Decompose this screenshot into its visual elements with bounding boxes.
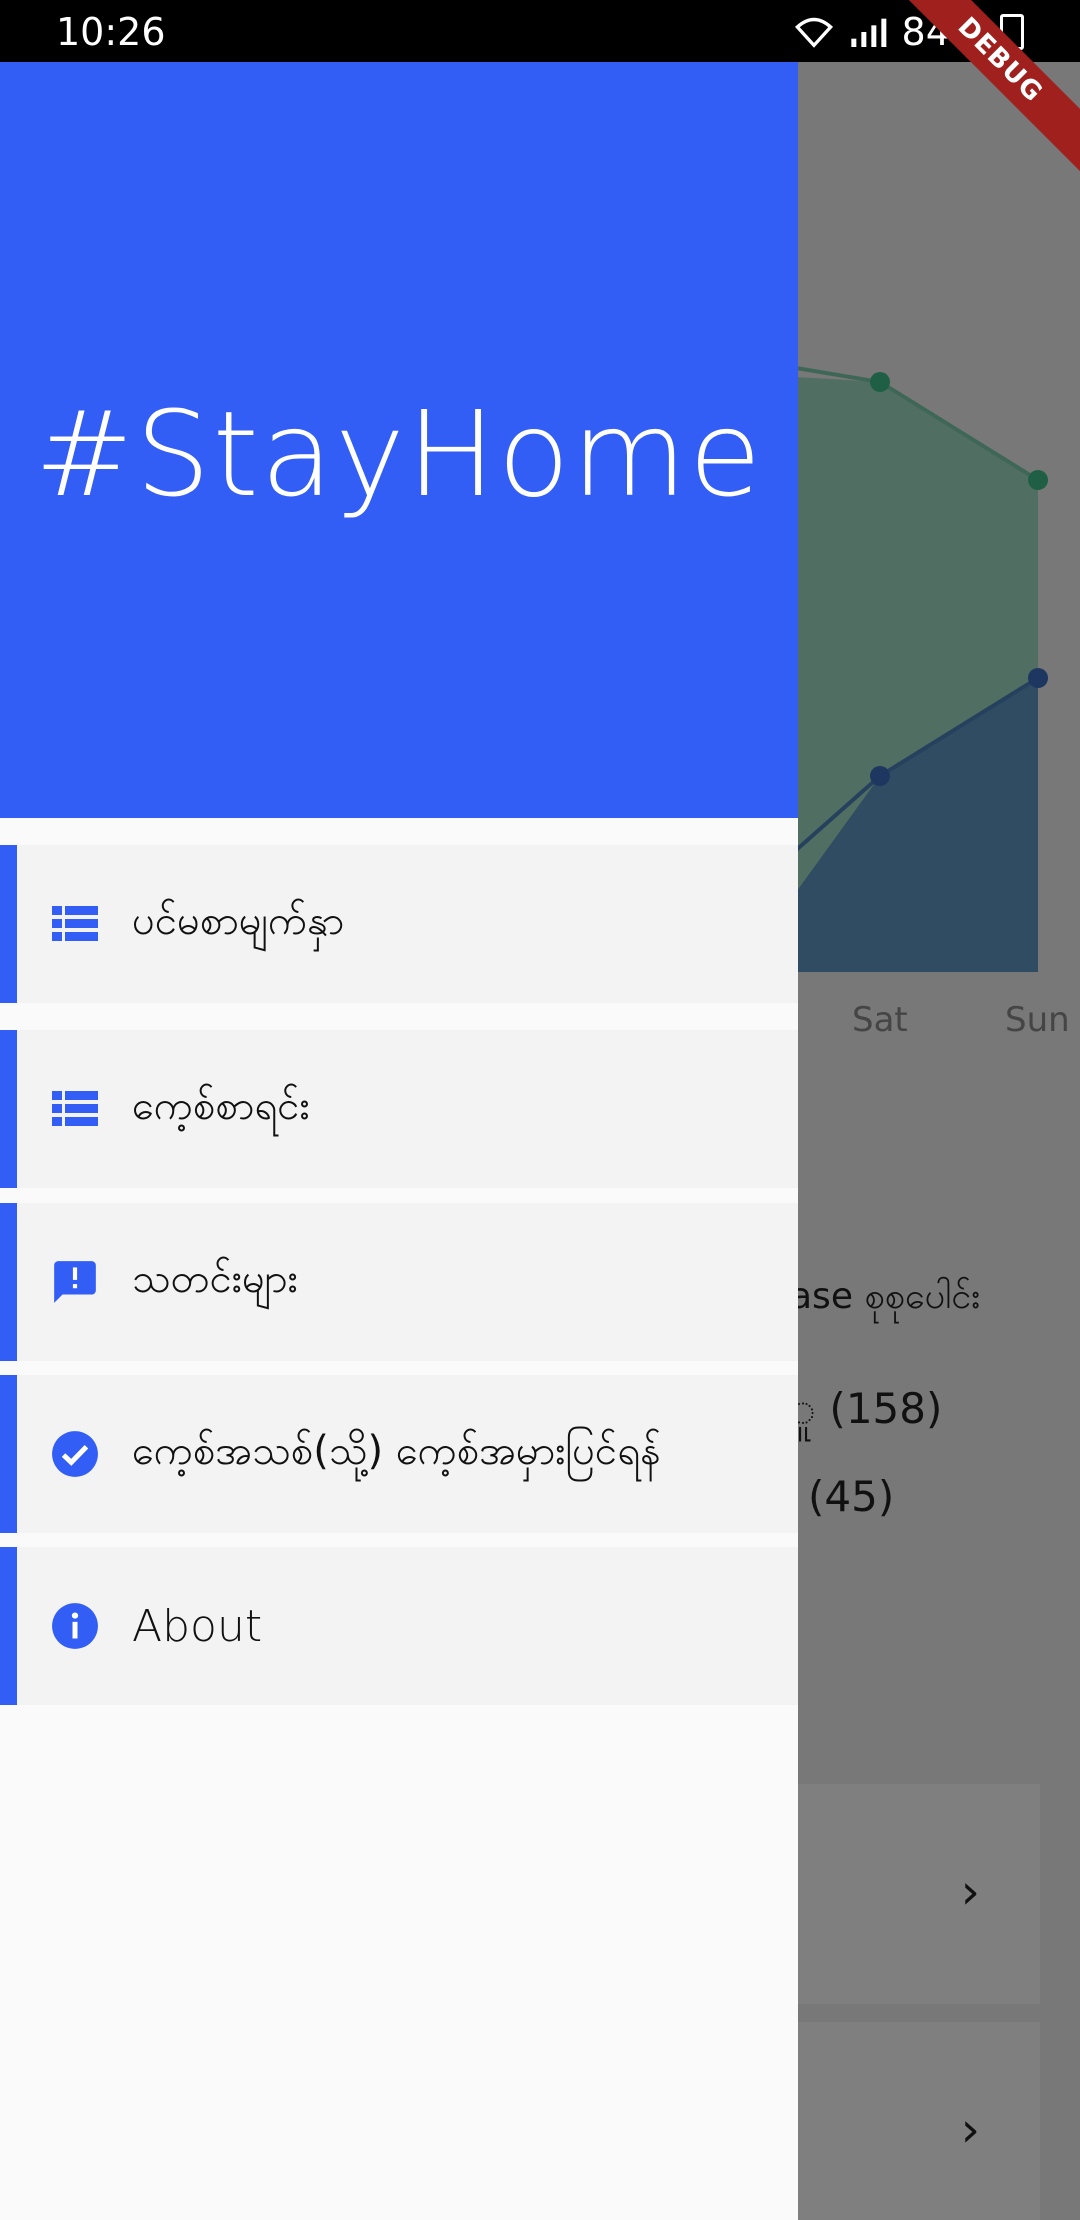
navigation-drawer: #StayHome ပင်မစာမျက်နှာ ကေ့စ်စာရင်း သတင်… xyxy=(0,62,798,2220)
view-list-icon xyxy=(49,1083,101,1135)
info-icon xyxy=(49,1600,101,1652)
menu-item-about[interactable]: About xyxy=(0,1547,798,1705)
menu-item-label: သတင်းများ xyxy=(132,1255,298,1302)
menu-item-news[interactable]: သတင်းများ xyxy=(0,1203,798,1361)
drawer-title: #StayHome xyxy=(34,385,764,523)
status-time: 10:26 xyxy=(56,10,166,54)
drawer-header: #StayHome xyxy=(0,62,798,818)
menu-item-label: About xyxy=(132,1600,263,1652)
feedback-icon xyxy=(49,1256,101,1308)
signal-icon xyxy=(850,18,886,47)
menu-item-label: ပင်မစာမျက်နှာ xyxy=(132,897,345,944)
menu-item-case-list[interactable]: ကေ့စ်စာရင်း xyxy=(0,1030,798,1188)
menu-item-report-case[interactable]: ကေ့စ်အသစ်(သို့) ကေ့စ်အမှားပြင်ရန် xyxy=(0,1375,798,1533)
menu-item-home[interactable]: ပင်မစာမျက်နှာ xyxy=(0,845,798,1003)
view-list-icon xyxy=(49,898,101,950)
menu-item-label: ကေ့စ်အသစ်(သို့) ကေ့စ်အမှားပြင်ရန် xyxy=(132,1427,661,1474)
wifi-icon xyxy=(794,17,833,48)
menu-item-label: ကေ့စ်စာရင်း xyxy=(132,1082,310,1129)
check-circle-icon xyxy=(49,1428,101,1480)
